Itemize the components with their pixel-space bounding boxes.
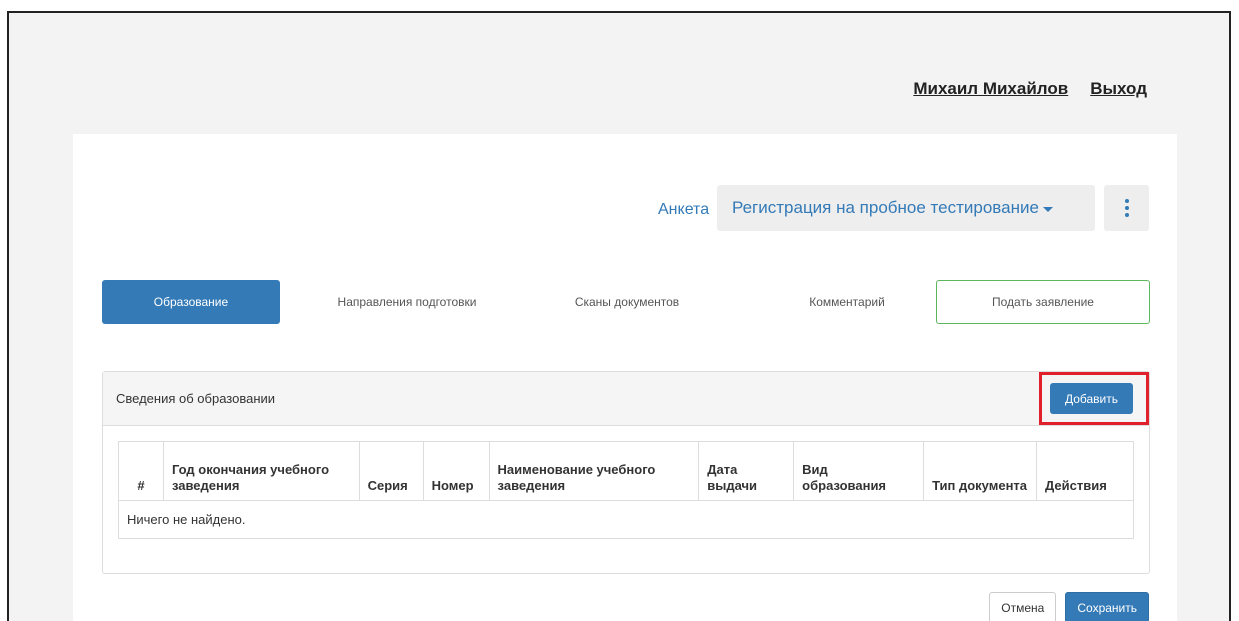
tab-directions[interactable]: Направления подготовки [312, 280, 502, 324]
table-header-row: # Год окончания учебного заведения Серия… [118, 441, 1135, 501]
empty-message: Ничего не найдено. [118, 500, 1134, 539]
highlight-box [1039, 372, 1149, 425]
main-card: Анкета Регистрация на пробное тестирован… [73, 134, 1177, 621]
tab-comment[interactable]: Комментарий [767, 280, 927, 324]
step-tabs: Образование Направления подготовки Сканы… [102, 280, 1150, 324]
column-header[interactable]: Серия [358, 441, 424, 501]
column-header[interactable]: Год окончания учебного заведения [162, 441, 360, 501]
registration-dropdown-label: Регистрация на пробное тестирование [732, 198, 1039, 217]
column-header[interactable]: Наименование учебного заведения [488, 441, 700, 501]
column-header[interactable]: Вид образования [793, 441, 925, 501]
table-row: Ничего не найдено. [118, 500, 1134, 539]
column-header[interactable]: Номер [422, 441, 490, 501]
column-header[interactable]: # [118, 441, 164, 501]
registration-dropdown[interactable]: Регистрация на пробное тестирование [717, 185, 1095, 231]
tab-education[interactable]: Образование [102, 280, 280, 324]
column-header[interactable]: Дата выдачи [698, 441, 795, 501]
cancel-button[interactable]: Отмена [989, 592, 1057, 621]
save-button[interactable]: Сохранить [1065, 592, 1149, 621]
user-name-link[interactable]: Михаил Михайлов [913, 79, 1068, 99]
tab-submit-application[interactable]: Подать заявление [936, 280, 1150, 324]
caret-down-icon [1042, 206, 1053, 212]
column-header[interactable]: Действия [1035, 441, 1135, 501]
more-actions-button[interactable] [1104, 185, 1149, 231]
logout-link[interactable]: Выход [1090, 79, 1147, 99]
education-panel: Сведения об образовании Добавить # Год о… [102, 371, 1150, 574]
education-table: # Год окончания учебного заведения Серия… [118, 441, 1135, 539]
form-actions: Отмена Сохранить [989, 592, 1149, 621]
panel-header: Сведения об образовании Добавить [103, 372, 1149, 426]
vertical-ellipsis-icon [1124, 199, 1129, 217]
tab-scans[interactable]: Сканы документов [542, 280, 712, 324]
anketa-link[interactable]: Анкета [658, 201, 709, 219]
browser-frame: Михаил Михайлов Выход Анкета Регистрация… [7, 11, 1231, 621]
panel-title: Сведения об образовании [116, 391, 276, 406]
top-nav: Михаил Михайлов Выход [913, 79, 1147, 99]
column-header[interactable]: Тип документа [923, 441, 1037, 501]
